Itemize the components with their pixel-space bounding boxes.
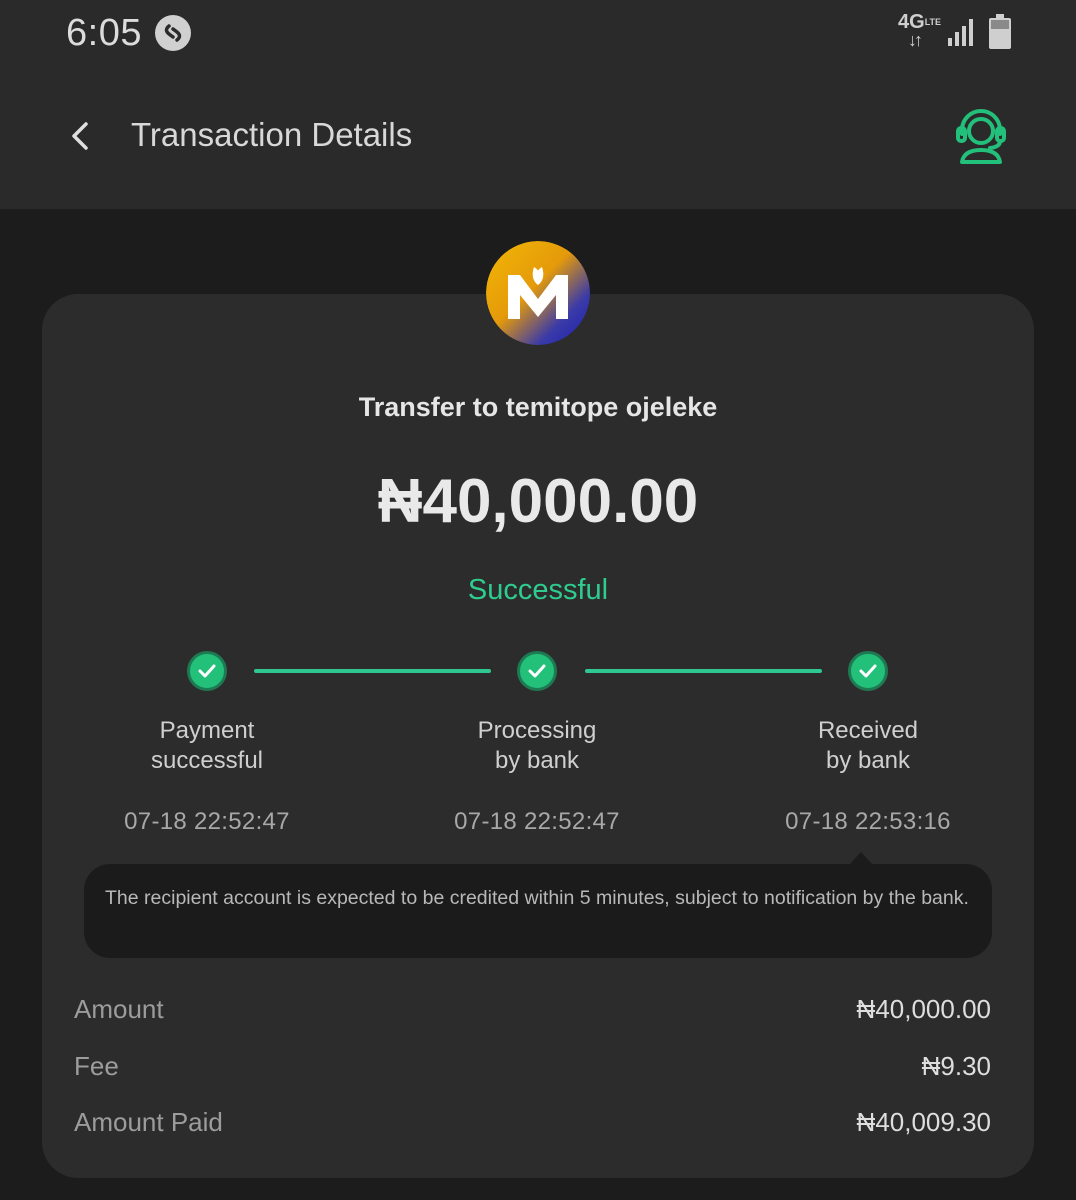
status-time: 6:05 bbox=[66, 12, 142, 54]
check-icon bbox=[859, 664, 877, 678]
step-payment-time: 07-18 22:52:47 bbox=[124, 808, 290, 835]
network-sub-label: LTE bbox=[924, 17, 942, 27]
step-payment-check bbox=[187, 651, 227, 691]
back-button[interactable] bbox=[56, 108, 104, 164]
check-icon bbox=[198, 664, 216, 678]
headset-support-icon bbox=[956, 109, 1006, 164]
step-received-time: 07-18 22:53:16 bbox=[785, 808, 951, 835]
status-bar: 6:05 4GLTE ↓↑ bbox=[0, 0, 1076, 70]
step-received-check bbox=[848, 651, 888, 691]
battery-icon bbox=[989, 14, 1011, 49]
progress-line-1 bbox=[254, 669, 491, 673]
network-type-indicator: 4GLTE bbox=[898, 12, 942, 48]
detail-value-amount-paid: ₦40,009.30 bbox=[856, 1107, 991, 1137]
check-icon bbox=[528, 664, 546, 678]
page-title: Transaction Details bbox=[131, 116, 413, 153]
step-payment-line2: successful bbox=[150, 747, 264, 774]
customer-support-button[interactable] bbox=[948, 104, 1014, 170]
step-received-line2: by bank bbox=[825, 747, 911, 774]
step-processing-label: Processing by bank bbox=[417, 716, 657, 776]
transfer-title: Transfer to temitope ojeleke bbox=[358, 392, 718, 422]
data-arrows-icon: ↓↑ bbox=[908, 30, 923, 50]
bank-logo bbox=[486, 241, 590, 345]
detail-row-amount: Amount ₦40,000.00 bbox=[74, 994, 991, 1030]
shazam-icon bbox=[155, 15, 191, 51]
transaction-amount: ₦40,000.00 bbox=[377, 467, 699, 536]
transaction-details-screen: 6:05 4GLTE ↓↑ Transaction Details Transf… bbox=[0, 0, 1076, 1200]
detail-row-fee: Fee ₦9.30 bbox=[74, 1051, 991, 1087]
detail-label-fee: Fee bbox=[74, 1051, 119, 1081]
step-received-label: Received by bank bbox=[748, 716, 988, 776]
step-processing-line2: by bank bbox=[494, 747, 580, 774]
step-payment-label: Payment successful bbox=[87, 716, 327, 776]
step-processing-line1: Processing bbox=[477, 717, 597, 744]
detail-label-amount-paid: Amount Paid bbox=[74, 1107, 223, 1137]
detail-value-amount: ₦40,000.00 bbox=[856, 994, 991, 1024]
credit-notice-tooltip: The recipient account is expected to be … bbox=[84, 864, 992, 958]
detail-label-amount: Amount bbox=[74, 994, 164, 1024]
chevron-left-icon bbox=[72, 122, 88, 150]
progress-line-2 bbox=[585, 669, 822, 673]
signal-icon bbox=[948, 19, 973, 46]
step-received-line1: Received bbox=[817, 717, 919, 744]
transaction-status: Successful bbox=[467, 574, 609, 606]
step-processing-time: 07-18 22:52:47 bbox=[454, 808, 620, 835]
app-header: Transaction Details bbox=[0, 70, 1076, 209]
step-processing-check bbox=[517, 651, 557, 691]
step-payment-line1: Payment bbox=[159, 717, 255, 744]
detail-row-amount-paid: Amount Paid ₦40,009.30 bbox=[74, 1107, 991, 1143]
detail-value-fee: ₦9.30 bbox=[921, 1051, 991, 1081]
